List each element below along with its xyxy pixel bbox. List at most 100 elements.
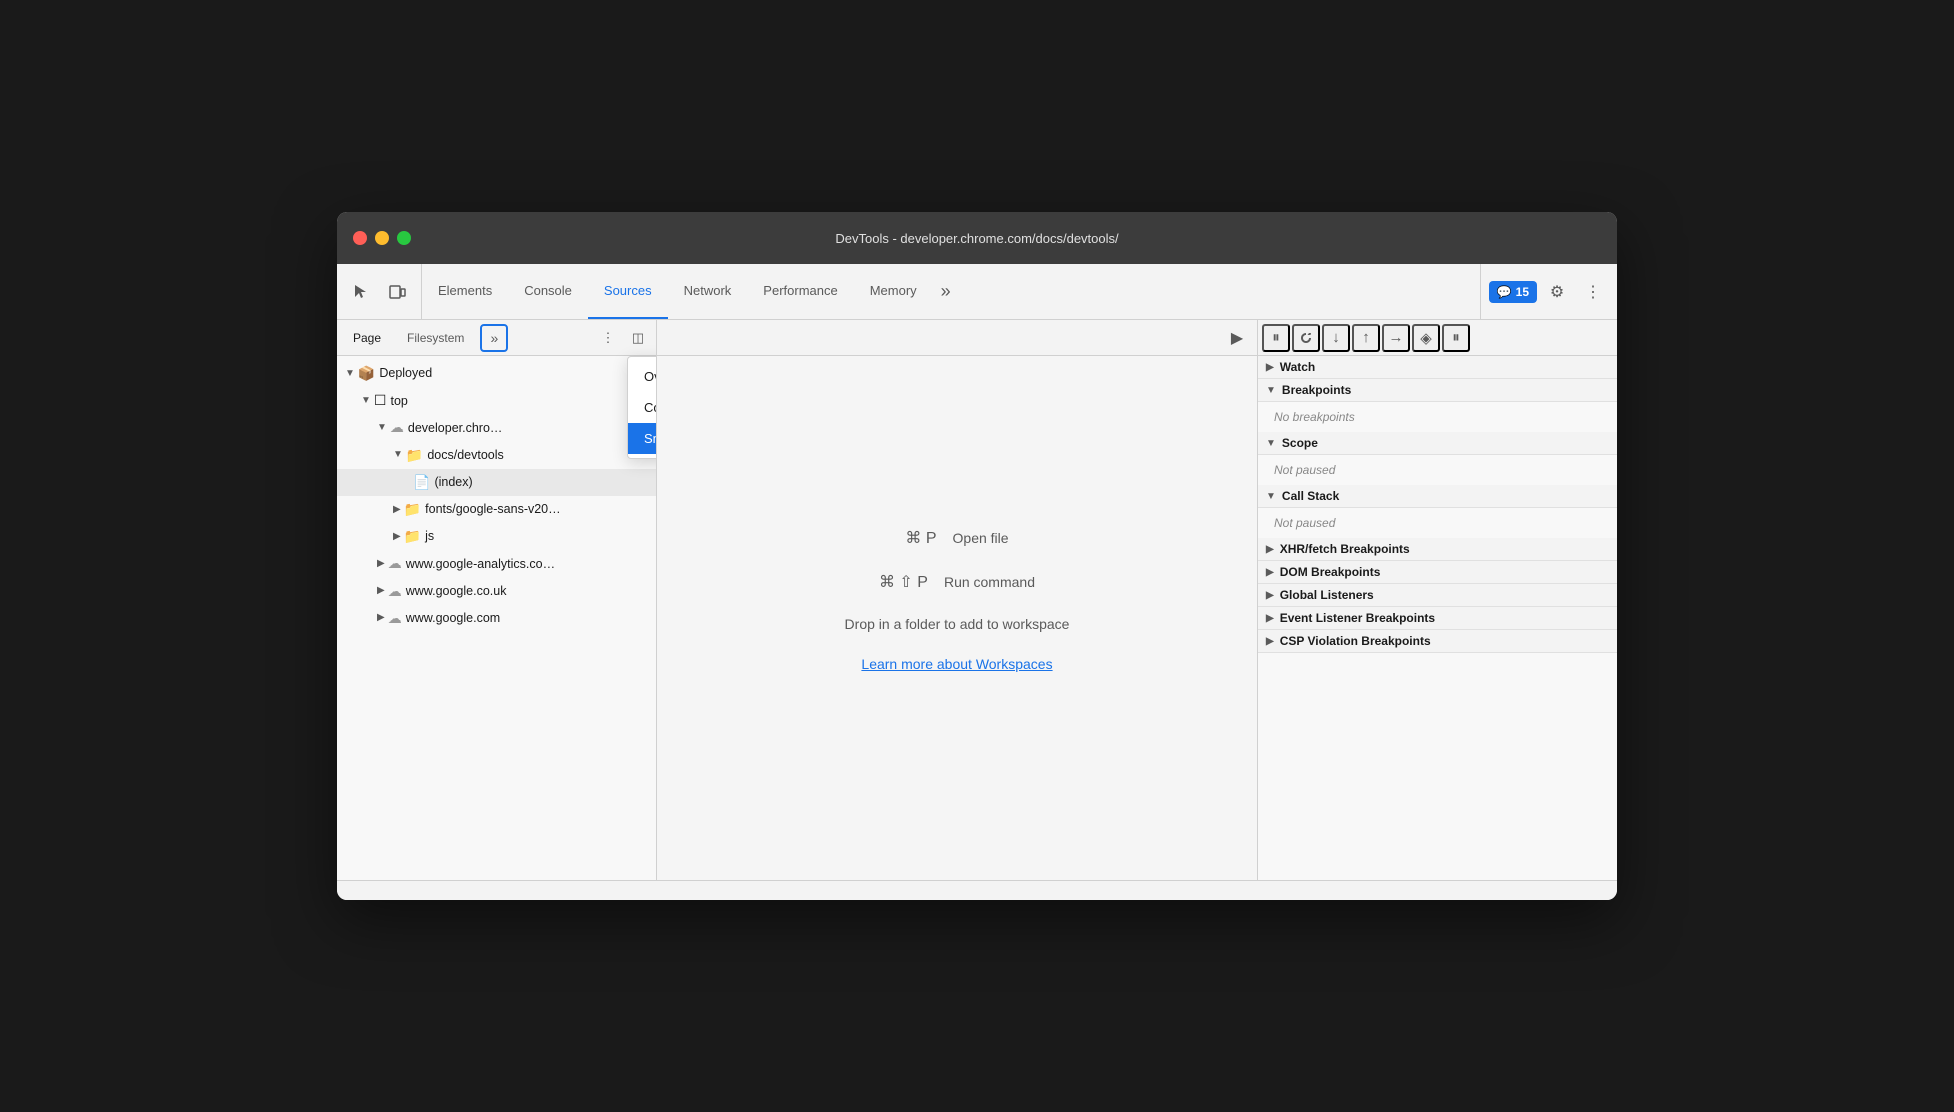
tree-item-docs-devtools[interactable]: ▼ 📁 docs/devtools: [337, 442, 656, 469]
tree-item-top[interactable]: ▼ ☐ top: [337, 387, 656, 414]
globe-icon: ☁: [390, 415, 404, 440]
global-arrow: ▶: [1266, 590, 1274, 601]
tab-network[interactable]: Network: [668, 264, 748, 319]
tree-item-deployed[interactable]: ▼ 📦 Deployed: [337, 360, 656, 387]
tab-sources[interactable]: Sources: [588, 264, 668, 319]
sidebar: Page Filesystem » ⋮ ◫ Overrides Content …: [337, 320, 657, 880]
global-label: Global Listeners: [1280, 588, 1374, 602]
csp-arrow: ▶: [1266, 636, 1274, 647]
tree-arrow-google-com: ▶: [377, 609, 385, 627]
watch-label: Watch: [1280, 360, 1316, 374]
main-content: Page Filesystem » ⋮ ◫ Overrides Content …: [337, 320, 1617, 880]
global-listeners-header[interactable]: ▶ Global Listeners: [1258, 584, 1617, 607]
tree-label-index: (index): [434, 471, 472, 494]
scope-label: Scope: [1282, 436, 1318, 450]
csp-violation-breakpoints-header[interactable]: ▶ CSP Violation Breakpoints: [1258, 630, 1617, 653]
more-options-button[interactable]: ⋮: [1577, 276, 1609, 308]
step-out-button[interactable]: ↑: [1352, 324, 1380, 352]
tree-item-google-analytics[interactable]: ▶ ☁ www.google-analytics.co…: [337, 550, 656, 577]
sidebar-tab-page[interactable]: Page: [341, 327, 393, 349]
watch-section-header[interactable]: ▶ Watch: [1258, 356, 1617, 379]
tree-label-google-analytics: www.google-analytics.co…: [406, 553, 555, 576]
dom-label: DOM Breakpoints: [1280, 565, 1381, 579]
sidebar-more-button[interactable]: »: [480, 324, 508, 352]
more-options-icon[interactable]: ⋮: [594, 324, 622, 352]
scope-section-header[interactable]: ▼ Scope: [1258, 432, 1617, 455]
tab-performance[interactable]: Performance: [747, 264, 853, 319]
tree-label-js: js: [425, 525, 434, 548]
sidebar-tab-filesystem[interactable]: Filesystem: [395, 327, 476, 349]
event-arrow: ▶: [1266, 613, 1274, 624]
deactivate-button[interactable]: ◈: [1412, 324, 1440, 352]
settings-button[interactable]: ⚙: [1541, 276, 1573, 308]
xhr-label: XHR/fetch Breakpoints: [1280, 542, 1410, 556]
close-button[interactable]: [353, 231, 367, 245]
right-panel: ⏸ ↓ ↑ → ◈ ⏸ ▶ Watch ▼ Breakpoints: [1257, 320, 1617, 880]
tree-item-developer-chrome[interactable]: ▼ ☁ developer.chro…: [337, 414, 656, 441]
tree-arrow-developer-chrome: ▼: [377, 419, 387, 437]
call-stack-section-header[interactable]: ▼ Call Stack: [1258, 485, 1617, 508]
tree-arrow-docs-devtools: ▼: [393, 446, 403, 464]
tree-item-js[interactable]: ▶ 📁 js: [337, 523, 656, 550]
sidebar-tabs: Page Filesystem » ⋮ ◫ Overrides Content …: [337, 320, 656, 356]
breakpoints-section-header[interactable]: ▼ Breakpoints: [1258, 379, 1617, 402]
tree-arrow-top: ▼: [361, 392, 371, 410]
drop-text: Drop in a folder to add to workspace: [845, 616, 1070, 632]
call-stack-label: Call Stack: [1282, 489, 1339, 503]
center-toolbar-btn[interactable]: ▶: [1221, 322, 1253, 354]
window-title: DevTools - developer.chrome.com/docs/dev…: [353, 231, 1601, 246]
folder-icon-js: 📁: [404, 524, 421, 549]
event-label: Event Listener Breakpoints: [1280, 611, 1435, 625]
tab-elements[interactable]: Elements: [422, 264, 508, 319]
maximize-button[interactable]: [397, 231, 411, 245]
scope-arrow: ▼: [1266, 438, 1276, 449]
tree-label-google-co-uk: www.google.co.uk: [406, 580, 507, 603]
step-into-button[interactable]: ↓: [1322, 324, 1350, 352]
frame-icon: ☐: [374, 388, 387, 413]
tree-item-index[interactable]: 📄 (index): [337, 469, 656, 496]
shortcut-run-command: ⌘ ⇧ P Run command: [879, 572, 1035, 592]
notifications-badge[interactable]: 💬 15: [1489, 281, 1537, 303]
devtools-window: DevTools - developer.chrome.com/docs/dev…: [337, 212, 1617, 900]
tree-arrow-deployed: ▼: [345, 365, 355, 383]
status-bar: [337, 880, 1617, 900]
traffic-lights: [353, 231, 411, 245]
step-over-button[interactable]: [1292, 324, 1320, 352]
tree-arrow-google-analytics: ▶: [377, 555, 385, 573]
dropdown-item-content-scripts[interactable]: Content scripts: [628, 392, 657, 423]
tree-item-fonts[interactable]: ▶ 📁 fonts/google-sans-v20…: [337, 496, 656, 523]
call-stack-arrow: ▼: [1266, 491, 1276, 502]
more-tabs-button[interactable]: »: [933, 264, 959, 319]
file-icon-index: 📄: [413, 470, 430, 495]
main-toolbar: Elements Console Sources Network Perform…: [337, 264, 1617, 320]
pause-button[interactable]: ⏸: [1262, 324, 1290, 352]
center-panel: ▶ ⌘ P Open file ⌘ ⇧ P Run command Drop i…: [657, 320, 1257, 880]
tree-arrow-fonts: ▶: [393, 501, 401, 519]
minimize-button[interactable]: [375, 231, 389, 245]
watch-arrow: ▶: [1266, 362, 1274, 373]
dom-arrow: ▶: [1266, 567, 1274, 578]
tab-console[interactable]: Console: [508, 264, 588, 319]
cube-icon: 📦: [358, 361, 375, 386]
event-listener-breakpoints-header[interactable]: ▶ Event Listener Breakpoints: [1258, 607, 1617, 630]
tree-item-google-co-uk[interactable]: ▶ ☁ www.google.co.uk: [337, 578, 656, 605]
dropdown-item-overrides[interactable]: Overrides: [628, 361, 657, 392]
collapse-icon[interactable]: ◫: [624, 324, 652, 352]
inspect-element-button[interactable]: [345, 276, 377, 308]
device-toggle-button[interactable]: [381, 276, 413, 308]
tree-item-google-com[interactable]: ▶ ☁ www.google.com: [337, 605, 656, 632]
learn-workspaces-link[interactable]: Learn more about Workspaces: [861, 656, 1052, 672]
breakpoints-arrow: ▼: [1266, 385, 1276, 396]
toolbar-left: [345, 264, 422, 319]
debug-toolbar: ⏸ ↓ ↑ → ◈ ⏸: [1258, 320, 1617, 356]
step-button[interactable]: →: [1382, 324, 1410, 352]
globe-icon-co-uk: ☁: [388, 579, 402, 604]
call-stack-content: Not paused: [1258, 508, 1617, 538]
pause-exceptions-button[interactable]: ⏸: [1442, 324, 1470, 352]
dropdown-item-snippets[interactable]: Snippets: [628, 423, 657, 454]
dropdown-menu: Overrides Content scripts Snippets: [627, 356, 657, 459]
tab-memory[interactable]: Memory: [854, 264, 933, 319]
xhr-breakpoints-header[interactable]: ▶ XHR/fetch Breakpoints: [1258, 538, 1617, 561]
dom-breakpoints-header[interactable]: ▶ DOM Breakpoints: [1258, 561, 1617, 584]
tree-label-developer-chrome: developer.chro…: [408, 417, 503, 440]
